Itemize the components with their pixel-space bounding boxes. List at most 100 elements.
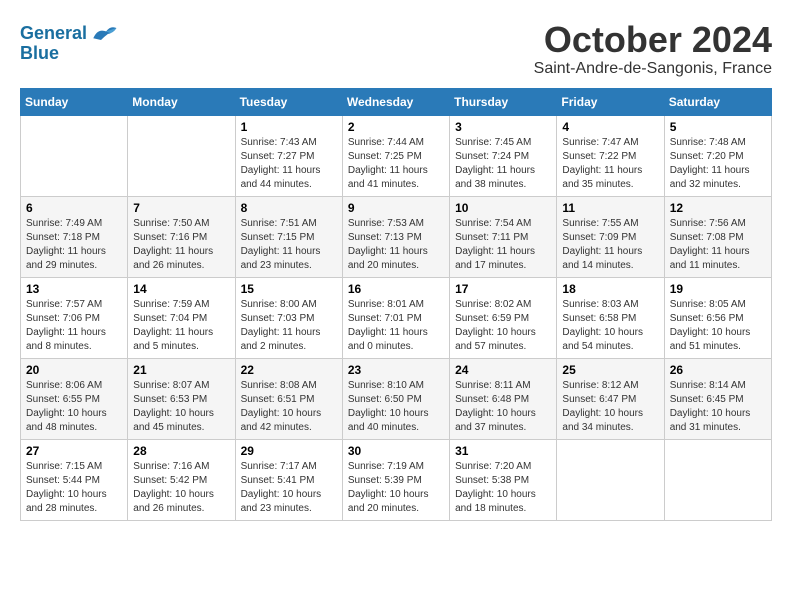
weekday-header-wednesday: Wednesday bbox=[342, 88, 449, 115]
calendar-cell: 27 Sunrise: 7:15 AMSunset: 5:44 PMDayligh… bbox=[21, 439, 128, 520]
day-number: 30 bbox=[348, 444, 444, 458]
day-number: 25 bbox=[562, 363, 658, 377]
day-info: Sunrise: 7:20 AMSunset: 5:38 PMDaylight:… bbox=[455, 460, 551, 516]
calendar-week-row: 6 Sunrise: 7:49 AMSunset: 7:18 PMDaylight… bbox=[21, 196, 772, 277]
day-number: 21 bbox=[133, 363, 229, 377]
day-number: 6 bbox=[26, 201, 122, 215]
day-info: Sunrise: 7:59 AMSunset: 7:04 PMDaylight:… bbox=[133, 298, 229, 354]
calendar-cell: 22Sunrise: 8:08 AMSunset: 6:51 PMDayligh… bbox=[235, 358, 342, 439]
day-number: 7 bbox=[133, 201, 229, 215]
calendar-cell: 11 Sunrise: 7:55 AMSunset: 7:09 PMDayligh… bbox=[557, 196, 664, 277]
calendar-cell: 18 Sunrise: 8:03 AMSunset: 6:58 PMDayligh… bbox=[557, 277, 664, 358]
calendar-cell bbox=[664, 439, 771, 520]
calendar-cell bbox=[557, 439, 664, 520]
page-header: General Blue October 2024 Saint-Andre-de… bbox=[20, 20, 772, 78]
day-info: Sunrise: 8:12 AMSunset: 6:47 PMDaylight:… bbox=[562, 379, 658, 435]
day-info: Sunrise: 8:10 AMSunset: 6:50 PMDaylight:… bbox=[348, 379, 444, 435]
day-number: 16 bbox=[348, 282, 444, 296]
day-number: 15 bbox=[241, 282, 337, 296]
calendar-cell: 28Sunrise: 7:16 AMSunset: 5:42 PMDayligh… bbox=[128, 439, 235, 520]
calendar-cell: 12 Sunrise: 7:56 AMSunset: 7:08 PMDayligh… bbox=[664, 196, 771, 277]
logo-bird-icon bbox=[89, 20, 119, 48]
calendar-cell bbox=[21, 115, 128, 196]
day-info: Sunrise: 7:43 AMSunset: 7:27 PMDaylight:… bbox=[241, 136, 337, 192]
day-number: 1 bbox=[241, 120, 337, 134]
calendar-cell: 10 Sunrise: 7:54 AMSunset: 7:11 PMDayligh… bbox=[450, 196, 557, 277]
day-info: Sunrise: 8:06 AMSunset: 6:55 PMDaylight:… bbox=[26, 379, 122, 435]
calendar-cell: 1 Sunrise: 7:43 AMSunset: 7:27 PMDaylight… bbox=[235, 115, 342, 196]
calendar-cell: 15 Sunrise: 8:00 AMSunset: 7:03 PMDayligh… bbox=[235, 277, 342, 358]
logo: General Blue bbox=[20, 20, 119, 64]
calendar-cell: 29Sunrise: 7:17 AMSunset: 5:41 PMDayligh… bbox=[235, 439, 342, 520]
day-number: 4 bbox=[562, 120, 658, 134]
day-number: 20 bbox=[26, 363, 122, 377]
logo-text2: Blue bbox=[20, 44, 59, 64]
calendar-cell: 2 Sunrise: 7:44 AMSunset: 7:25 PMDaylight… bbox=[342, 115, 449, 196]
day-number: 2 bbox=[348, 120, 444, 134]
day-number: 14 bbox=[133, 282, 229, 296]
calendar-week-row: 1 Sunrise: 7:43 AMSunset: 7:27 PMDaylight… bbox=[21, 115, 772, 196]
calendar-cell: 6 Sunrise: 7:49 AMSunset: 7:18 PMDaylight… bbox=[21, 196, 128, 277]
day-number: 12 bbox=[670, 201, 766, 215]
day-number: 3 bbox=[455, 120, 551, 134]
weekday-header-row: SundayMondayTuesdayWednesdayThursdayFrid… bbox=[21, 88, 772, 115]
day-info: Sunrise: 7:15 AMSunset: 5:44 PMDaylight:… bbox=[26, 460, 122, 516]
day-number: 17 bbox=[455, 282, 551, 296]
calendar-cell: 21 Sunrise: 8:07 AMSunset: 6:53 PMDayligh… bbox=[128, 358, 235, 439]
day-info: Sunrise: 7:54 AMSunset: 7:11 PMDaylight:… bbox=[455, 217, 551, 273]
day-number: 24 bbox=[455, 363, 551, 377]
calendar-cell: 5Sunrise: 7:48 AMSunset: 7:20 PMDaylight… bbox=[664, 115, 771, 196]
day-number: 29 bbox=[241, 444, 337, 458]
calendar-week-row: 13Sunrise: 7:57 AMSunset: 7:06 PMDayligh… bbox=[21, 277, 772, 358]
day-info: Sunrise: 7:47 AMSunset: 7:22 PMDaylight:… bbox=[562, 136, 658, 192]
title-section: October 2024 Saint-Andre-de-Sangonis, Fr… bbox=[534, 20, 772, 78]
day-info: Sunrise: 7:50 AMSunset: 7:16 PMDaylight:… bbox=[133, 217, 229, 273]
logo-text: General bbox=[20, 24, 87, 44]
day-info: Sunrise: 8:00 AMSunset: 7:03 PMDaylight:… bbox=[241, 298, 337, 354]
day-number: 26 bbox=[670, 363, 766, 377]
day-number: 27 bbox=[26, 444, 122, 458]
calendar-week-row: 27 Sunrise: 7:15 AMSunset: 5:44 PMDayligh… bbox=[21, 439, 772, 520]
calendar-cell: 26 Sunrise: 8:14 AMSunset: 6:45 PMDayligh… bbox=[664, 358, 771, 439]
calendar-cell bbox=[128, 115, 235, 196]
weekday-header-friday: Friday bbox=[557, 88, 664, 115]
day-info: Sunrise: 7:53 AMSunset: 7:13 PMDaylight:… bbox=[348, 217, 444, 273]
day-number: 11 bbox=[562, 201, 658, 215]
day-info: Sunrise: 7:19 AMSunset: 5:39 PMDaylight:… bbox=[348, 460, 444, 516]
day-info: Sunrise: 7:45 AMSunset: 7:24 PMDaylight:… bbox=[455, 136, 551, 192]
weekday-header-sunday: Sunday bbox=[21, 88, 128, 115]
calendar-cell: 30 Sunrise: 7:19 AMSunset: 5:39 PMDayligh… bbox=[342, 439, 449, 520]
day-number: 19 bbox=[670, 282, 766, 296]
day-number: 31 bbox=[455, 444, 551, 458]
day-info: Sunrise: 7:51 AMSunset: 7:15 PMDaylight:… bbox=[241, 217, 337, 273]
day-info: Sunrise: 8:14 AMSunset: 6:45 PMDaylight:… bbox=[670, 379, 766, 435]
calendar-week-row: 20 Sunrise: 8:06 AMSunset: 6:55 PMDayligh… bbox=[21, 358, 772, 439]
day-info: Sunrise: 8:07 AMSunset: 6:53 PMDaylight:… bbox=[133, 379, 229, 435]
day-number: 10 bbox=[455, 201, 551, 215]
calendar-cell: 20 Sunrise: 8:06 AMSunset: 6:55 PMDayligh… bbox=[21, 358, 128, 439]
calendar-cell: 14 Sunrise: 7:59 AMSunset: 7:04 PMDayligh… bbox=[128, 277, 235, 358]
day-number: 13 bbox=[26, 282, 122, 296]
day-info: Sunrise: 8:05 AMSunset: 6:56 PMDaylight:… bbox=[670, 298, 766, 354]
day-info: Sunrise: 7:55 AMSunset: 7:09 PMDaylight:… bbox=[562, 217, 658, 273]
day-info: Sunrise: 7:56 AMSunset: 7:08 PMDaylight:… bbox=[670, 217, 766, 273]
weekday-header-saturday: Saturday bbox=[664, 88, 771, 115]
month-title: October 2024 bbox=[534, 20, 772, 60]
day-info: Sunrise: 7:44 AMSunset: 7:25 PMDaylight:… bbox=[348, 136, 444, 192]
day-info: Sunrise: 7:49 AMSunset: 7:18 PMDaylight:… bbox=[26, 217, 122, 273]
day-number: 18 bbox=[562, 282, 658, 296]
day-info: Sunrise: 7:16 AMSunset: 5:42 PMDaylight:… bbox=[133, 460, 229, 516]
calendar-cell: 16Sunrise: 8:01 AMSunset: 7:01 PMDayligh… bbox=[342, 277, 449, 358]
calendar-table: SundayMondayTuesdayWednesdayThursdayFrid… bbox=[20, 88, 772, 521]
day-number: 9 bbox=[348, 201, 444, 215]
calendar-cell: 4 Sunrise: 7:47 AMSunset: 7:22 PMDaylight… bbox=[557, 115, 664, 196]
day-number: 23 bbox=[348, 363, 444, 377]
weekday-header-tuesday: Tuesday bbox=[235, 88, 342, 115]
weekday-header-monday: Monday bbox=[128, 88, 235, 115]
calendar-cell: 17Sunrise: 8:02 AMSunset: 6:59 PMDayligh… bbox=[450, 277, 557, 358]
calendar-cell: 7 Sunrise: 7:50 AMSunset: 7:16 PMDaylight… bbox=[128, 196, 235, 277]
calendar-cell: 19 Sunrise: 8:05 AMSunset: 6:56 PMDayligh… bbox=[664, 277, 771, 358]
day-info: Sunrise: 8:03 AMSunset: 6:58 PMDaylight:… bbox=[562, 298, 658, 354]
location-title: Saint-Andre-de-Sangonis, France bbox=[534, 60, 772, 78]
calendar-cell: 13Sunrise: 7:57 AMSunset: 7:06 PMDayligh… bbox=[21, 277, 128, 358]
